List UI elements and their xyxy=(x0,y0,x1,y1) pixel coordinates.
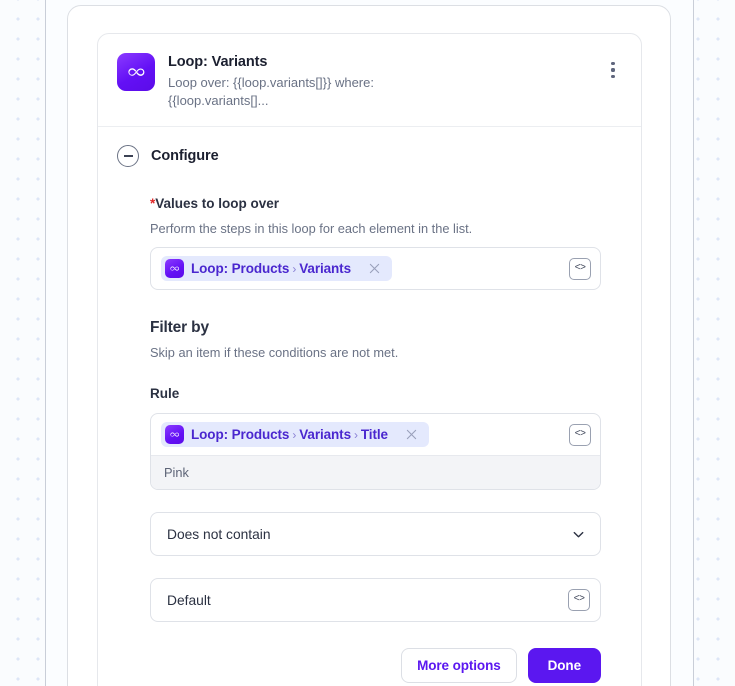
value-chip-loop-products-variants-title[interactable]: Loop: Products › Variants › Title xyxy=(161,422,429,447)
rule-code-toggle-label: <> xyxy=(574,428,586,440)
default-value-field[interactable]: Default <> xyxy=(150,578,601,622)
step-title: Loop: Variants xyxy=(168,54,268,70)
kebab-menu-icon[interactable] xyxy=(602,57,624,83)
code-toggle-label: <> xyxy=(574,262,586,274)
filter-by-title: Filter by xyxy=(150,319,209,336)
minus-circle-icon[interactable] xyxy=(117,145,139,167)
default-code-toggle-label: <> xyxy=(573,594,585,605)
default-value-text: Default xyxy=(167,592,211,608)
canvas-rail-left xyxy=(45,0,46,686)
value-chip-loop-products-variants[interactable]: Loop: Products › Variants xyxy=(161,256,392,281)
value-chip-label: Loop: Products › Variants xyxy=(191,261,351,276)
configure-label: Configure xyxy=(151,148,219,164)
code-brackets-icon[interactable]: <> xyxy=(569,257,591,280)
step-header-text: Loop: Variants Loop over: {{loop.variant… xyxy=(168,53,589,109)
infinity-loop-icon xyxy=(117,53,155,91)
operator-select-value: Does not contain xyxy=(167,526,271,542)
configure-body: *Values to loop over Perform the steps i… xyxy=(98,181,641,622)
rule-field[interactable]: Loop: Products › Variants › Title <> Pink xyxy=(150,413,601,490)
close-x-icon[interactable] xyxy=(365,259,384,278)
operator-select[interactable]: Does not contain xyxy=(150,512,601,556)
values-to-loop-over-label-text: Values to loop over xyxy=(155,196,280,211)
filter-by-hint: Skip an item if these conditions are not… xyxy=(150,345,399,360)
values-token-row: Loop: Products › Variants <> xyxy=(151,248,600,289)
chip-part-1: Variants xyxy=(299,261,351,276)
chevron-down-icon xyxy=(573,531,584,537)
code-brackets-icon[interactable]: <> xyxy=(568,589,590,611)
configure-section-toggle[interactable]: Configure xyxy=(98,127,641,181)
rule-chip-part-2: Title xyxy=(360,427,388,442)
rule-chip-part-0: Loop: Products xyxy=(191,427,290,442)
values-to-loop-over-hint: Perform the steps in this loop for each … xyxy=(150,221,473,236)
infinity-loop-icon xyxy=(165,425,184,444)
code-brackets-icon[interactable]: <> xyxy=(569,423,591,446)
done-button[interactable]: Done xyxy=(527,648,601,683)
step-subtitle: Loop over: {{loop.variants[]}} where: {{… xyxy=(168,75,374,108)
close-x-icon[interactable] xyxy=(402,425,421,444)
values-to-loop-over-label: *Values to loop over xyxy=(150,195,601,213)
rule-label: Rule xyxy=(150,386,180,401)
step-card-footer: More options Done xyxy=(98,622,641,683)
rule-token-row: Loop: Products › Variants › Title <> xyxy=(151,414,600,455)
rule-chip-label: Loop: Products › Variants › Title xyxy=(191,427,388,442)
chip-part-0: Loop: Products xyxy=(191,261,290,276)
values-to-loop-over-field[interactable]: Loop: Products › Variants <> xyxy=(150,247,601,290)
canvas-rail-right xyxy=(693,0,694,686)
infinity-loop-icon xyxy=(165,259,184,278)
chip-separator-icon: › xyxy=(292,262,297,276)
chip-separator-icon: › xyxy=(292,428,297,442)
step-card-header: Loop: Variants Loop over: {{loop.variant… xyxy=(98,34,641,127)
more-options-button[interactable]: More options xyxy=(401,648,517,683)
loop-step-card: Loop: Variants Loop over: {{loop.variant… xyxy=(97,33,642,686)
chip-separator-icon: › xyxy=(353,428,358,442)
rule-preview-value: Pink xyxy=(151,455,600,489)
rule-chip-part-1: Variants xyxy=(299,427,351,442)
